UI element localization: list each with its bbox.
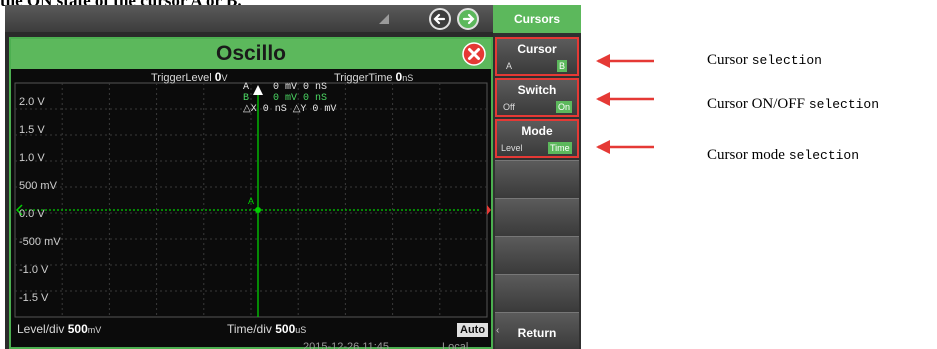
cursor-select-button[interactable]: Cursor A B — [495, 37, 579, 76]
signal-icon — [379, 14, 389, 24]
softkey-title: Cursor — [517, 42, 557, 56]
trigger-time-unit: nS — [402, 73, 414, 83]
callout-arrow — [596, 140, 654, 154]
option-on: On — [556, 101, 573, 113]
callout-word: Cursor — [707, 52, 748, 68]
trigger-level-marker — [487, 205, 491, 215]
callout-arrow — [596, 54, 654, 68]
y-axis-label: -1.5 V — [19, 292, 49, 304]
return-label: Return — [517, 326, 557, 340]
time-per-div-readout: Time/div 500uS — [227, 322, 306, 336]
callout-arrows — [596, 54, 654, 154]
auto-badge[interactable]: Auto — [457, 323, 489, 337]
y-axis-label: -500 mV — [19, 236, 61, 248]
callout-rest: selection — [808, 97, 880, 112]
empty-softkey-4[interactable] — [495, 274, 579, 312]
page-title: Oscillo — [215, 42, 287, 65]
time-div-label: Time/div — [227, 322, 272, 336]
trigger-level-unit: V — [221, 73, 228, 83]
y-axis-label: 0.0 V — [19, 208, 45, 220]
level-div-value: 500 — [67, 322, 88, 336]
empty-softkey-2[interactable] — [495, 198, 579, 236]
option-time: Time — [548, 142, 572, 154]
back-arrow-icon[interactable] — [429, 8, 451, 30]
callout-word: Cursor ON/OFF — [707, 96, 805, 112]
softkey-title: Mode — [521, 124, 553, 138]
y-axis-label: 500 mV — [19, 180, 57, 192]
level-div-label: Level/div — [17, 322, 65, 336]
callout-arrow — [596, 92, 654, 106]
option-level: Level — [501, 143, 523, 153]
y-axis-label: 2.0 V — [19, 96, 45, 108]
datetime: 2015-12-26 11:45 — [303, 341, 390, 349]
level-per-div-readout: Level/div 500mV — [17, 322, 101, 336]
cursor-switch-button[interactable]: Switch Off On — [495, 78, 579, 117]
y-axis-label: 1.0 V — [19, 152, 45, 164]
callout-cursor-switch: Cursor ON/OFF selection — [707, 95, 879, 113]
empty-softkey-1[interactable] — [495, 160, 579, 198]
return-button[interactable]: ‹ Return — [495, 312, 579, 349]
softkey-menu: Cursors Cursor A B Switch Off On Mode Le… — [493, 5, 581, 349]
time-div-unit: uS — [295, 325, 307, 335]
trigger-time-label: TriggerTime — [334, 72, 393, 84]
time-div-value: 500 — [275, 322, 296, 336]
cursor-marker-label: A — [248, 196, 254, 206]
mode-status: Local — [442, 341, 469, 349]
option-off: Off — [503, 102, 515, 112]
cursor-point — [255, 207, 261, 213]
cursor-delta-readout: △X 0 nS △Y 0 mV — [243, 104, 337, 115]
option-a: A — [506, 61, 513, 71]
title-bar — [5, 5, 493, 32]
y-axis-label: 1.5 V — [19, 124, 45, 136]
option-b: B — [557, 60, 568, 72]
trigger-time-readout: TriggerTime 0nS — [334, 70, 413, 84]
empty-softkey-3[interactable] — [495, 236, 579, 274]
callout-cursor-mode: Cursor mode selection — [707, 146, 859, 164]
callout-word: Cursor mode — [707, 147, 785, 163]
cursor-a-readout: A 0 mV 0 nS — [243, 82, 328, 93]
callout-cursor-selection: Cursor selection — [707, 51, 822, 69]
softkey-title: Switch — [517, 83, 557, 97]
menu-header: Cursors — [493, 5, 581, 33]
trigger-level-label: TriggerLevel — [151, 72, 212, 84]
y-axis-label: -1.0 V — [19, 264, 49, 276]
callout-rest: selection — [751, 53, 822, 68]
forward-arrow-icon[interactable] — [457, 8, 479, 30]
close-icon[interactable] — [462, 42, 486, 66]
callout-rest: selection — [788, 148, 860, 163]
level-div-unit: mV — [87, 325, 102, 335]
oscilloscope-screen: Oscillo A TriggerLevel 0V TriggerTime 0n… — [9, 37, 493, 349]
screen-header: Oscillo — [11, 39, 491, 69]
cursor-mode-button[interactable]: Mode Level Time — [495, 119, 579, 158]
trigger-level-readout: TriggerLevel 0V — [151, 70, 228, 84]
cursor-b-readout: B 0 mV 0 nS — [243, 93, 328, 104]
